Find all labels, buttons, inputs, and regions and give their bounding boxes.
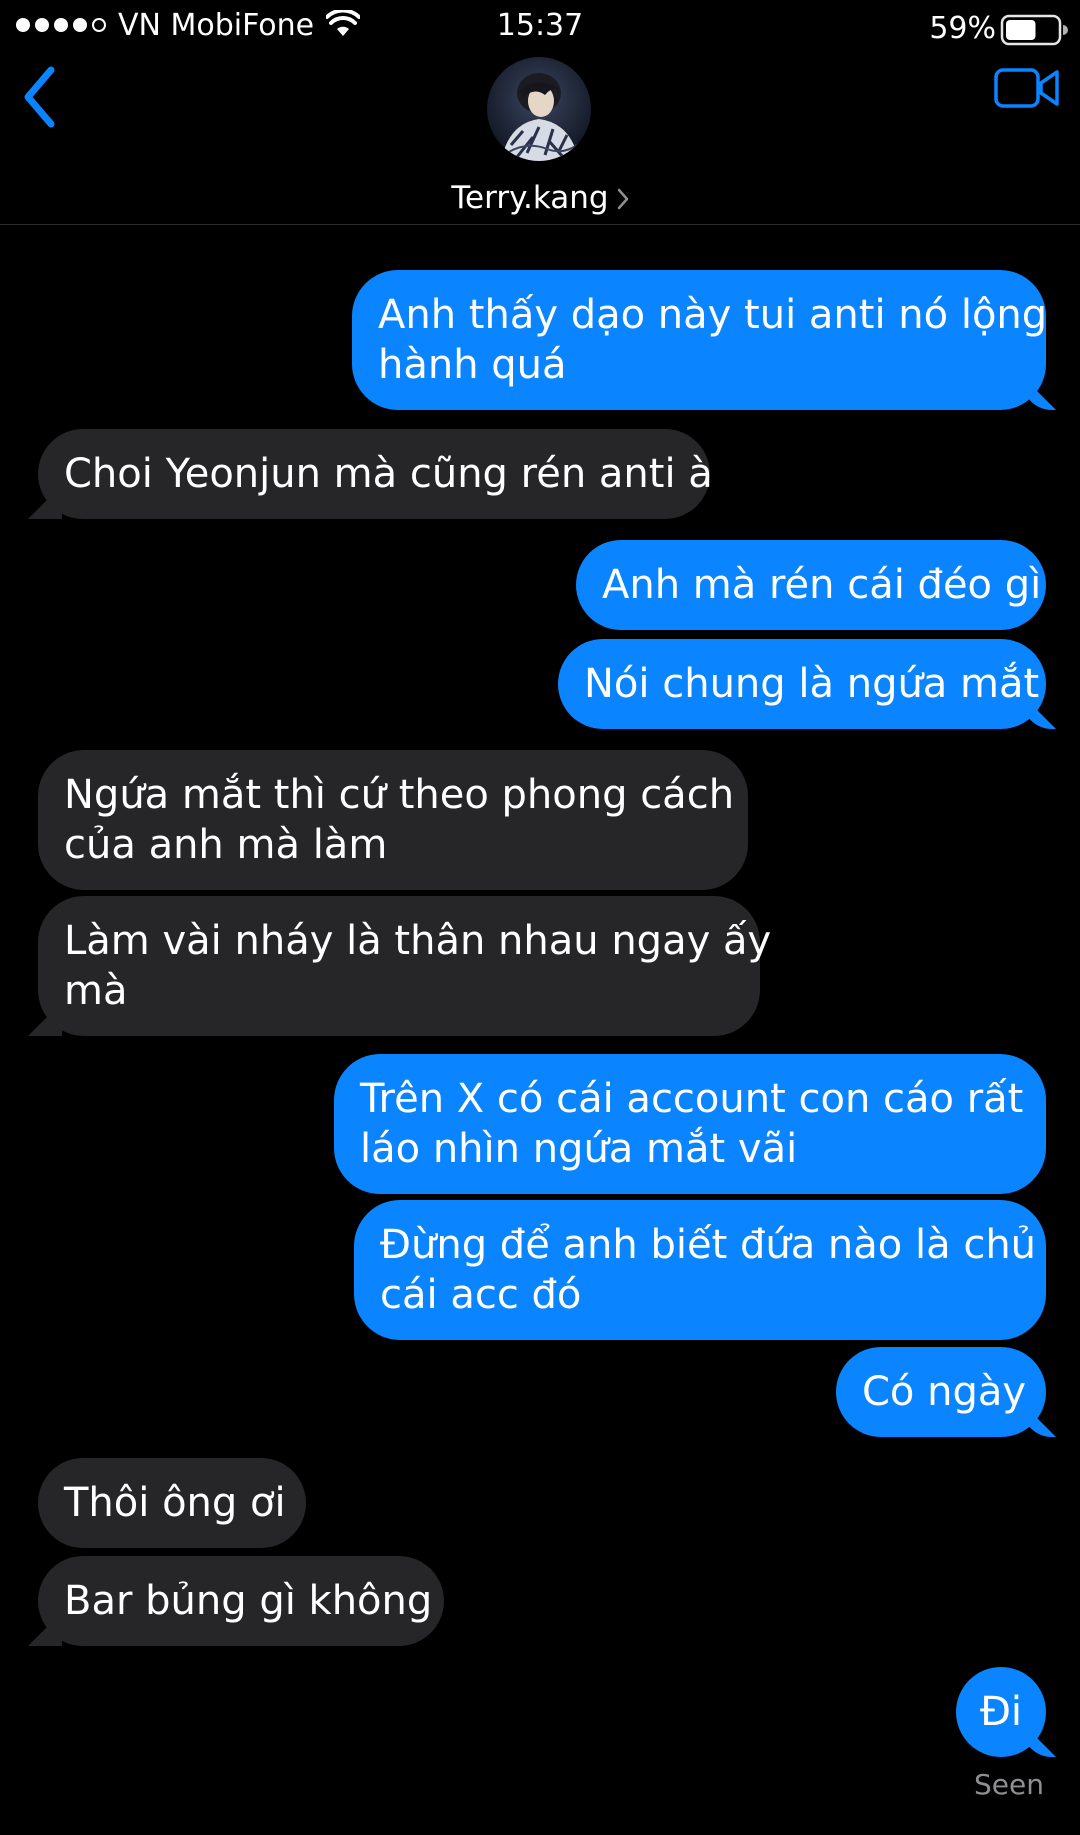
- message-bubble-sent[interactable]: Anh thấy dạo này tui anti nó lộng hành q…: [352, 270, 1048, 410]
- message-bubble-received[interactable]: Choi Yeonjun mà cũng rén anti à: [38, 429, 713, 519]
- battery-percentage: 59%: [929, 11, 996, 46]
- message-line: Ngứa mắt thì cứ theo phong cách: [64, 772, 735, 818]
- message-bubble-received[interactable]: Ngứa mắt thì cứ theo phong cách của anh …: [38, 750, 748, 890]
- message-line: mà: [64, 968, 128, 1014]
- message-line: Anh mà rén cái đéo gì: [602, 562, 1042, 608]
- message-bubble-received[interactable]: Làm vài nháy là thân nhau ngay ấy mà: [38, 896, 772, 1036]
- message-line: Bar bủng gì không: [64, 1578, 433, 1624]
- message-line: Đừng để anh biết đứa nào là chủ: [380, 1222, 1037, 1268]
- status-bar: VN MobiFone 15:37 59%: [0, 0, 1080, 56]
- message-line: Làm vài nháy là thân nhau ngay ấy: [64, 918, 772, 964]
- message-thread[interactable]: Anh thấy dạo này tui anti nó lộng hành q…: [0, 225, 1080, 1835]
- message-bubble-sent[interactable]: Nói chung là ngứa mắt: [558, 639, 1046, 729]
- back-chevron-icon[interactable]: [20, 64, 60, 134]
- message-line: Có ngày: [862, 1369, 1027, 1415]
- battery-icon: [1000, 14, 1068, 46]
- message-bubble-sent[interactable]: Trên X có cái account con cáo rất láo nh…: [334, 1054, 1046, 1194]
- message-line: Anh thấy dạo này tui anti nó lộng: [378, 292, 1048, 338]
- message-line: Choi Yeonjun mà cũng rén anti à: [64, 451, 713, 497]
- message-bubble-sent[interactable]: Đi: [956, 1667, 1046, 1757]
- message-bubble-sent[interactable]: Đừng để anh biết đứa nào là chủ cái acc …: [354, 1200, 1046, 1340]
- chevron-right-icon: [617, 188, 628, 210]
- message-line: láo nhìn ngứa mắt vãi: [360, 1126, 798, 1172]
- video-camera-icon[interactable]: [994, 66, 1060, 110]
- message-line: hành quá: [378, 342, 567, 388]
- message-bubble-received[interactable]: Bar bủng gì không: [38, 1556, 444, 1646]
- contact-name-button[interactable]: Terry.kang: [0, 178, 1080, 218]
- message-line: Nói chung là ngứa mắt: [584, 661, 1040, 707]
- conversation-header: Terry.kang: [0, 56, 1080, 225]
- message-line: Trên X có cái account con cáo rất: [360, 1076, 1024, 1122]
- contact-avatar[interactable]: [487, 57, 591, 161]
- message-line: Đi: [979, 1689, 1023, 1735]
- message-bubble-sent[interactable]: Có ngày: [836, 1347, 1046, 1437]
- message-bubble-received[interactable]: Thôi ông ơi: [38, 1458, 306, 1548]
- read-receipt: Seen: [974, 1768, 1044, 1801]
- message-line: Thôi ông ơi: [64, 1480, 286, 1526]
- message-bubble-sent[interactable]: Anh mà rén cái đéo gì: [576, 540, 1046, 630]
- contact-name: Terry.kang: [451, 180, 609, 216]
- message-line: của anh mà làm: [64, 822, 388, 868]
- message-line: cái acc đó: [380, 1272, 582, 1318]
- clock: 15:37: [496, 8, 584, 43]
